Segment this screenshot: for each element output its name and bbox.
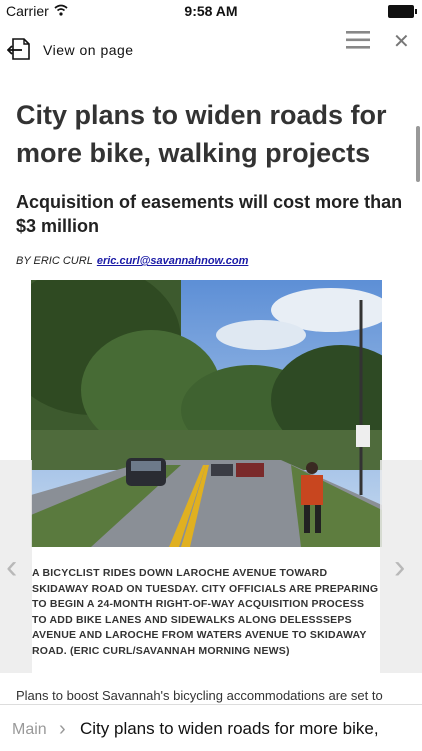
- author-email-link[interactable]: eric.curl@savannahnow.com: [97, 255, 249, 267]
- breadcrumb-main-link[interactable]: Main: [12, 721, 47, 739]
- article-headline: City plans to widen roads for more bike,…: [16, 100, 387, 168]
- top-toolbar: View on page ✕: [0, 30, 422, 68]
- hamburger-menu-icon[interactable]: [346, 30, 370, 50]
- article-content[interactable]: City plans to widen roads for more bike,…: [0, 68, 422, 704]
- article-photo: [31, 280, 382, 547]
- view-on-page-link[interactable]: View on page: [43, 42, 134, 58]
- breadcrumb: Main › City plans to widen roads for mor…: [0, 704, 422, 751]
- view-on-page-icon[interactable]: [7, 36, 33, 62]
- chevron-right-icon: ›: [394, 548, 406, 586]
- previous-article-button[interactable]: ‹: [0, 460, 32, 673]
- clock: 9:58 AM: [184, 3, 238, 19]
- next-article-button[interactable]: ›: [380, 460, 422, 673]
- breadcrumb-current: City plans to widen roads for more bike,: [80, 719, 379, 738]
- chevron-left-icon: ‹: [6, 548, 18, 586]
- close-icon[interactable]: ✕: [393, 32, 410, 52]
- scrollbar[interactable]: [416, 126, 420, 182]
- article-body: Plans to boost Savannah's bicycling acco…: [16, 688, 383, 703]
- byline-author: BY ERIC CURL: [16, 255, 93, 267]
- status-bar: Carrier 9:58 AM: [0, 0, 422, 22]
- article-subheadline: Acquisition of easements will cost more …: [16, 192, 403, 236]
- battery-icon: [388, 5, 417, 18]
- photo-caption: A bicyclist rides down Laroche Avenue to…: [32, 567, 379, 657]
- chevron-right-icon: ›: [59, 718, 66, 740]
- byline: BY ERIC CURL eric.curl@savannahnow.com: [16, 255, 248, 267]
